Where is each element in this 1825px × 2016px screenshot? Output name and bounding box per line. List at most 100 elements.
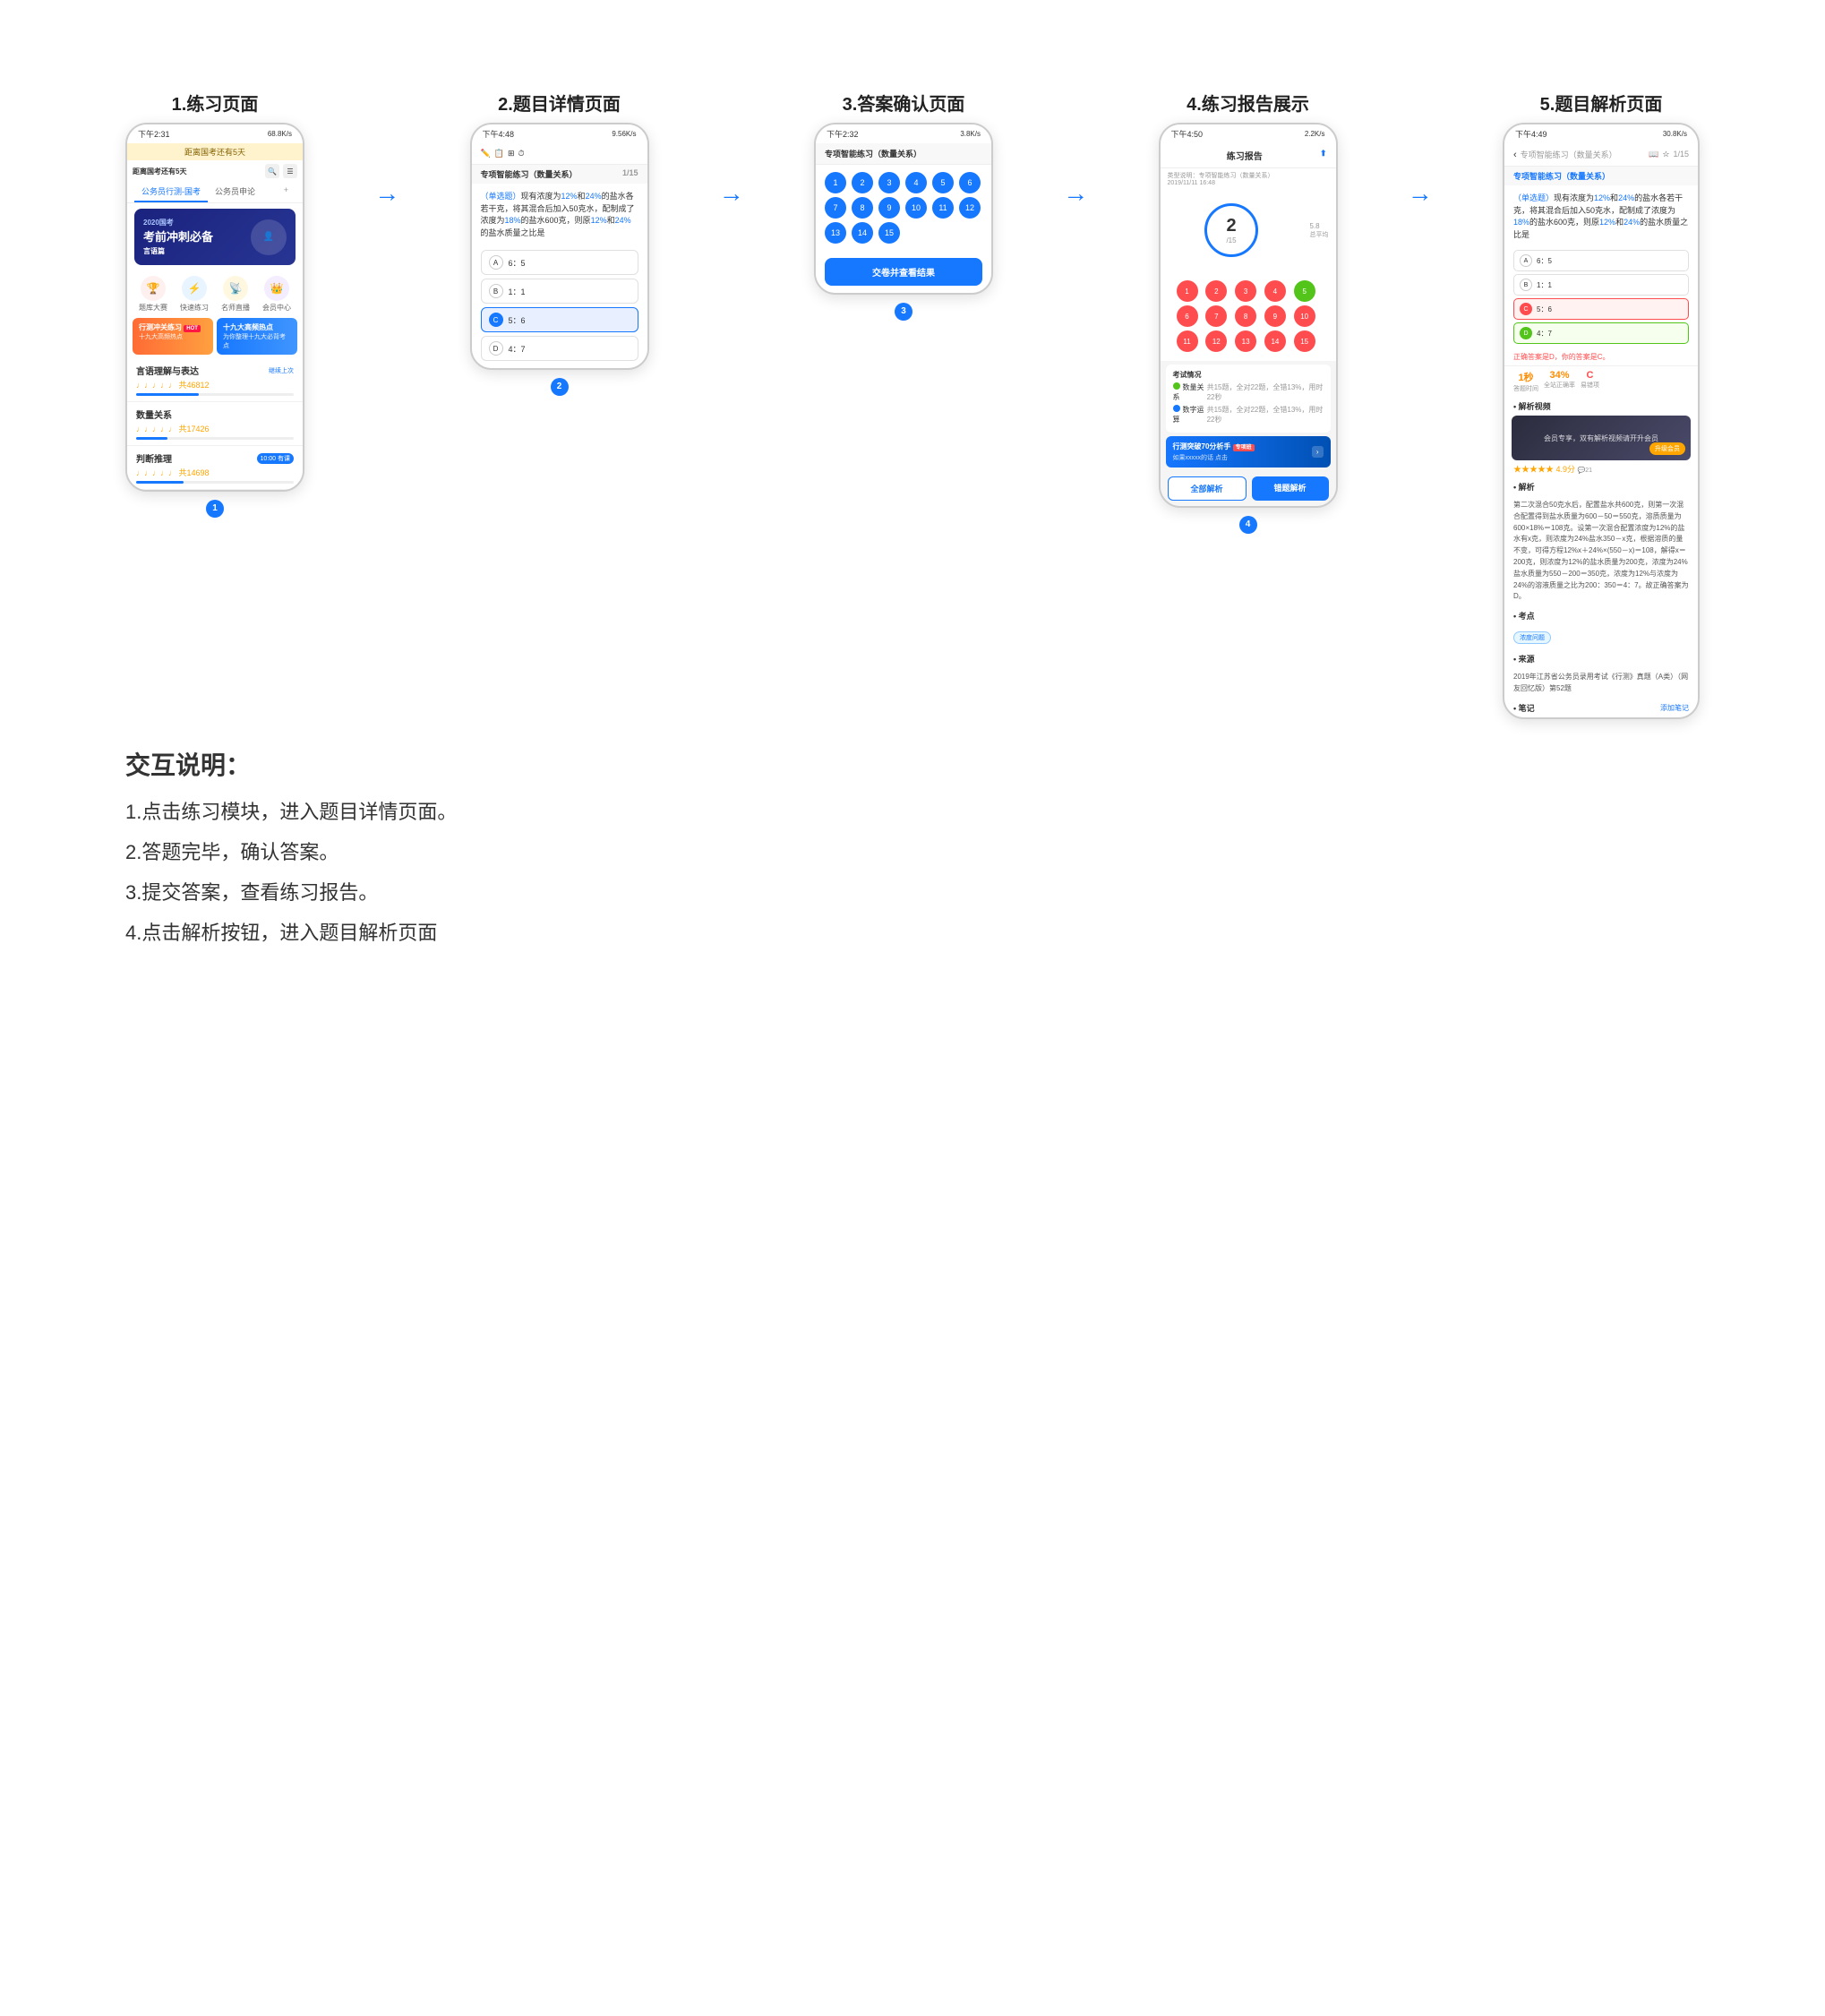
s1-menu-icon[interactable]: ☰ [283, 164, 297, 178]
s2-options: A 6：5 B 1：1 C 5：6 D 4：7 [472, 246, 647, 368]
s1-icon-grid: 🏆 题库大赛 ⚡ 快速练习 📡 名师直播 👑 [127, 270, 303, 318]
s1-statusbar: 下午2:31 68.8K/s [127, 124, 303, 143]
s1-icon-tiku[interactable]: 🏆 题库大赛 [134, 276, 172, 313]
s5-option-b[interactable]: B 1：1 [1513, 274, 1689, 296]
s2-option-a[interactable]: A 6：5 [481, 250, 638, 275]
s1-tab-plus[interactable]: + [277, 182, 296, 202]
s1-icon-vip[interactable]: 👑 会员中心 [258, 276, 296, 313]
s2-header: ✏️ 📋 ⊞ ⏱ [472, 143, 647, 165]
s3-header: 专项智能练习（数量关系） [816, 143, 991, 165]
s1-banner[interactable]: 2020国考 考前冲刺必备 言语篇 👤 [134, 209, 296, 265]
s4-dot-grid-wrap: 1 2 3 4 5 6 7 8 9 10 11 12 13 [1161, 271, 1336, 361]
s5-vip-btn[interactable]: 升级会员 [1649, 442, 1685, 455]
s3-num-15[interactable]: 15 [878, 222, 900, 244]
s5-video-thumb[interactable]: 会员专享，双有解析视频请开升会员 升级会员 [1512, 416, 1691, 460]
s5-source-text: 2019年江苏省公务员录用考试《行测》真题（A类）（网友回忆版）第52题 [1504, 668, 1698, 699]
s3-num-11[interactable]: 11 [932, 197, 954, 219]
s5-book-icon[interactable]: 📖 [1649, 150, 1658, 159]
s1-promo-19da[interactable]: 十九大高频热点 为你整理十九大必背考点 [217, 318, 297, 355]
s5-question: （单选题）现有浓度为12%和24%的盐水各若干克，将其混合后加入50克水，配制成… [1504, 185, 1698, 248]
screen5-section: 5.题目解析页面 下午4:49 30.8K/s ‹ 专项智能练习（数量关系） 📖 [1503, 90, 1700, 719]
s4-score-row: 2 /15 5.8 总平均 [1161, 189, 1336, 271]
screen2-phone: 下午4:48 9.56K/s ✏️ 📋 ⊞ ⏱ 专项智能练习（数量关系） [470, 123, 649, 370]
s5-label: 5.题目解析页面 [1540, 90, 1663, 116]
s3-num-2[interactable]: 2 [852, 172, 873, 193]
s1-num-indicator: 1 [206, 499, 224, 518]
s2-num-indicator: 2 [551, 377, 569, 396]
s2-option-d[interactable]: D 4：7 [481, 336, 638, 361]
s5-options: A 6：5 B 1：1 C 5：6 D 4：7 [1504, 248, 1698, 348]
s4-dot-grid: 1 2 3 4 5 6 7 8 9 10 11 12 13 [1168, 275, 1329, 357]
s3-label: 3.答案确认页面 [843, 90, 965, 116]
s3-num-14[interactable]: 14 [852, 222, 873, 244]
s5-option-a[interactable]: A 6：5 [1513, 250, 1689, 271]
s3-num-4[interactable]: 4 [905, 172, 927, 193]
screen1-section: 1.练习页面 下午2:31 68.8K/s 距离国考还有5天 距离国考还有5天 … [125, 90, 304, 518]
s4-exam-info: 考试情况 数量关系 共15题，全对22题，全错13%，用时22秒 数字运算 共1… [1166, 365, 1331, 433]
s3-num-5[interactable]: 5 [932, 172, 954, 193]
s3-num-10[interactable]: 10 [905, 197, 927, 219]
s3-num-13[interactable]: 13 [825, 222, 846, 244]
s4-wrong-analysis-btn[interactable]: 错题解析 [1252, 476, 1329, 501]
s5-analysis-text: 第二次混合50克水后，配置盐水共600克，则第一次混合配置得到盐水质量为600－… [1504, 496, 1698, 606]
s1-countdown: 距离国考还有5天 [127, 143, 303, 160]
s3-num-9[interactable]: 9 [878, 197, 900, 219]
s5-knowledge-tag-wrap: 浓度问题 [1504, 625, 1698, 649]
s4-actions: 全部解析 错题解析 [1161, 471, 1336, 506]
interaction-section: 交互说明： 1.点击练习模块，进入题目详情页面。 2.答题完毕，确认答案。 3.… [125, 719, 1700, 985]
s3-statusbar: 下午2:32 3.8K/s [816, 124, 991, 143]
s3-num-1[interactable]: 1 [825, 172, 846, 193]
s2-statusbar: 下午4:48 9.56K/s [472, 124, 647, 143]
s5-stats: 1秒 答题时间 34% 全站正确率 C 易错项 [1504, 365, 1698, 397]
s1-tab-shenlun[interactable]: 公务员申论 [208, 182, 262, 202]
s4-promo-card[interactable]: 行测突破70分析手 专项班 如果xxxxx的话 点击 › [1166, 436, 1331, 468]
s4-score-circle: 2 /15 [1204, 203, 1258, 257]
s1-list-panduan[interactable]: 判断推理 10:00 有课 ♩♩♩♩♩ 共14698 [127, 446, 303, 490]
interaction-item-2: 2.答题完毕，确认答案。 [125, 836, 1700, 868]
s3-num-6[interactable]: 6 [959, 172, 981, 193]
s4-num-indicator: 4 [1239, 515, 1257, 534]
screen1-phone: 下午2:31 68.8K/s 距离国考还有5天 距离国考还有5天 🔍 ☰ [125, 123, 304, 492]
screen4-phone: 下午4:50 2.2K/s 练习报告 ⬆ 类型说明：专项智能练习（数量关系） 2… [1159, 123, 1338, 508]
s5-header: ‹ 专项智能练习（数量关系） 📖 ☆ 1/15 [1504, 143, 1698, 167]
s1-list-yuyan[interactable]: 言语理解与表达 继续上次 ♩♩♩♩♩ 共46812 [127, 358, 303, 402]
interaction-item-3: 3.提交答案，查看练习报告。 [125, 877, 1700, 908]
s1-list-shuliang[interactable]: 数量关系 ♩♩♩♩♩ 共17426 [127, 402, 303, 446]
s2-option-c[interactable]: C 5：6 [481, 307, 638, 332]
s2-section-title: 专项智能练习（数量关系） 1/15 [472, 165, 647, 184]
s5-statusbar: 下午4:49 30.8K/s [1504, 124, 1698, 143]
arrow4: → [1408, 179, 1433, 208]
screen3-phone: 下午2:32 3.8K/s 专项智能练习（数量关系） 1 2 3 4 5 6 [814, 123, 993, 295]
arrow2: → [719, 179, 744, 208]
s1-tabs: 公务员行测-国考 公务员申论 + [127, 182, 303, 203]
s3-num-3[interactable]: 3 [878, 172, 900, 193]
s5-option-d[interactable]: D 4：7 [1513, 322, 1689, 344]
interaction-item-1: 1.点击练习模块，进入题目详情页面。 [125, 796, 1700, 828]
s1-icon-zhibo[interactable]: 📡 名师直播 [217, 276, 254, 313]
s3-num-7[interactable]: 7 [825, 197, 846, 219]
s1-tab-xinzheng[interactable]: 公务员行测-国考 [134, 182, 208, 202]
s1-promo-hot[interactable]: 行测冲关练习 HOT 十九大高频热点 [133, 318, 213, 355]
s1-search-icon[interactable]: 🔍 [265, 164, 279, 178]
s2-question: （单选题）现有浓度为12%和24%的盐水各若干克，将其混合后加入50克水，配制成… [472, 184, 647, 246]
s5-analysis-title: • 解析 [1504, 477, 1698, 496]
s5-video-title: • 解析视频 [1504, 397, 1698, 416]
s3-num-8[interactable]: 8 [852, 197, 873, 219]
screen4-section: 4.练习报告展示 下午4:50 2.2K/s 练习报告 ⬆ 类型说明：专项智能练… [1159, 90, 1338, 534]
s5-answer-line: 正确答案是D，你的答案是C。 [1504, 348, 1698, 365]
s5-star-icon[interactable]: ☆ [1662, 150, 1669, 159]
s2-option-b[interactable]: B 1：1 [481, 279, 638, 304]
s5-source-title: • 来源 [1504, 649, 1698, 668]
s1-promo-row: 行测冲关练习 HOT 十九大高频热点 十九大高频热点 为你整理十九大必背考点 [127, 318, 303, 358]
s5-option-c[interactable]: C 5：6 [1513, 298, 1689, 320]
s5-back-btn[interactable]: ‹ [1513, 150, 1517, 160]
interaction-title: 交互说明： [125, 746, 1700, 782]
s1-icon-kuaisu[interactable]: ⚡ 快速练习 [176, 276, 213, 313]
s4-all-analysis-btn[interactable]: 全部解析 [1168, 476, 1247, 501]
screen3-section: 3.答案确认页面 下午2:32 3.8K/s 专项智能练习（数量关系） 1 2 … [814, 90, 993, 321]
s5-knowledge-tag[interactable]: 浓度问题 [1513, 631, 1551, 644]
s5-add-note-btn[interactable]: 添加笔记 [1660, 703, 1689, 713]
s5-notes-row: • 笔记 添加笔记 [1504, 699, 1698, 717]
s3-num-12[interactable]: 12 [959, 197, 981, 219]
s3-submit-btn[interactable]: 交卷并查看结果 [825, 258, 982, 286]
